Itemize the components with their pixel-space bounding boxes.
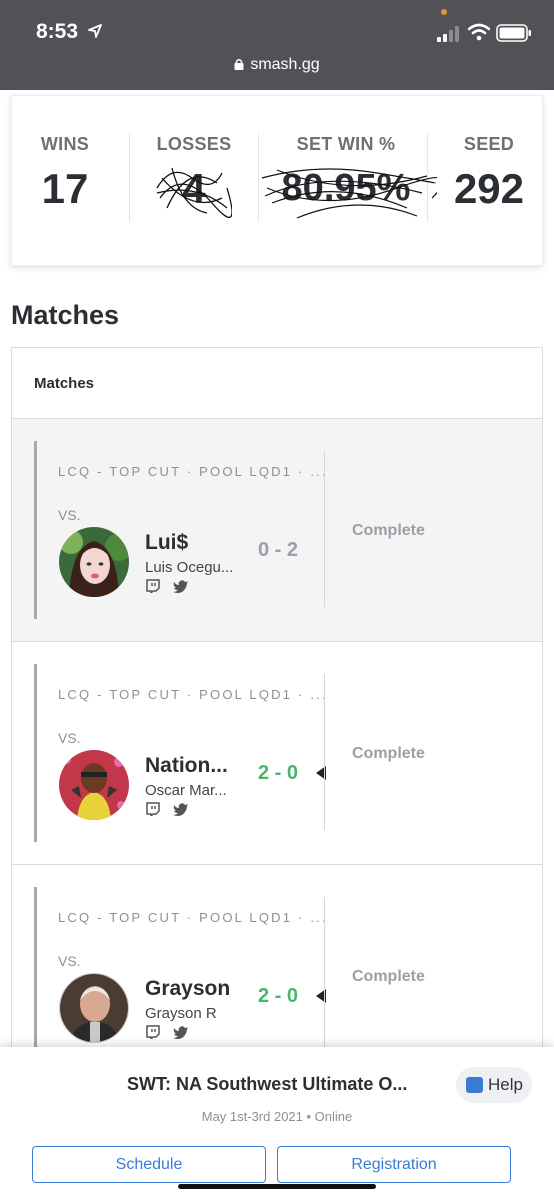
cellular-signal-icon <box>437 26 459 42</box>
twitch-icon[interactable] <box>145 579 161 595</box>
stat-label: SEED <box>463 134 515 154</box>
match-score: 0 - 2 <box>258 539 299 561</box>
social-links <box>145 802 197 821</box>
stats-card: WINS 17 LOSSES 4 SET WIN % 80.95% SEED 2… <box>11 95 543 266</box>
event-date-location: May 1st-3rd 2021 • Online <box>201 1109 353 1124</box>
address-bar[interactable]: smash.gg <box>0 56 554 74</box>
avatar[interactable] <box>59 750 129 820</box>
stat-divider <box>129 134 130 222</box>
social-links <box>145 1025 197 1044</box>
match-card[interactable]: LCQ - TOP CUT · POOL LQD1 · ... VS. Lui$… <box>12 419 542 642</box>
match-score: 2 - 0 <box>258 762 299 784</box>
vs-label: VS. <box>58 730 81 746</box>
scribble-mark <box>261 168 437 219</box>
twitch-icon[interactable] <box>145 802 161 818</box>
stat-label: LOSSES <box>156 134 232 154</box>
match-status: Complete <box>352 522 425 539</box>
match-status: Complete <box>352 745 425 762</box>
matches-panel: Matches LCQ - TOP CUT · POOL LQD1 · ... … <box>11 347 543 1147</box>
privacy-indicator <box>441 9 447 15</box>
player-real-name: Luis Ocegu... <box>145 559 234 576</box>
stat-label: WINS <box>40 134 90 154</box>
match-status: Complete <box>352 968 425 985</box>
help-label: Help <box>488 1075 523 1094</box>
vs-label: VS. <box>58 953 81 969</box>
event-title[interactable]: SWT: NA Southwest Ultimate O... <box>127 1074 407 1095</box>
avatar[interactable] <box>59 973 129 1043</box>
player-real-name: Grayson R <box>145 1005 217 1022</box>
home-indicator[interactable] <box>178 1184 376 1189</box>
player-real-name: Oscar Mar... <box>145 782 227 799</box>
event-bar: SWT: NA Southwest Ultimate O... Help May… <box>0 1047 554 1200</box>
chat-icon <box>466 1077 483 1093</box>
schedule-button[interactable]: Schedule <box>32 1146 266 1183</box>
match-accent-bar <box>34 441 37 619</box>
stat-wins: WINS 17 <box>32 134 98 213</box>
player-tag[interactable]: Grayson <box>145 977 230 1001</box>
match-card[interactable]: LCQ - TOP CUT · POOL LQD1 · ... VS. Nati… <box>12 642 542 865</box>
match-accent-bar <box>34 664 37 842</box>
vs-label: VS. <box>58 507 81 523</box>
twitter-icon[interactable] <box>173 802 189 816</box>
help-button[interactable]: Help <box>456 1067 532 1103</box>
match-accent-bar <box>34 887 37 1065</box>
avatar[interactable] <box>59 527 129 597</box>
lock-icon <box>234 59 244 70</box>
scribble-mark <box>156 167 232 218</box>
match-divider <box>324 674 325 830</box>
location-arrow-icon <box>88 24 102 38</box>
battery-icon <box>496 24 531 42</box>
clock: 8:53 <box>36 20 79 43</box>
stat-value: 17 <box>41 165 89 212</box>
url-text: smash.gg <box>250 56 320 73</box>
player-tag[interactable]: Lui$ <box>145 531 188 555</box>
panel-header: Matches <box>12 348 542 419</box>
twitter-icon[interactable] <box>173 579 189 593</box>
wifi-icon <box>468 23 490 41</box>
twitch-icon[interactable] <box>145 1025 161 1041</box>
match-meta: LCQ - TOP CUT · POOL LQD1 · ... <box>58 910 328 925</box>
stat-value: 292 <box>453 165 525 212</box>
match-divider <box>324 451 325 607</box>
match-divider <box>324 897 325 1053</box>
registration-button[interactable]: Registration <box>277 1146 511 1183</box>
social-links <box>145 579 197 598</box>
stat-seed: SEED 292 <box>442 134 536 213</box>
match-meta: LCQ - TOP CUT · POOL LQD1 · ... <box>58 464 328 479</box>
twitter-icon[interactable] <box>173 1025 189 1039</box>
match-meta: LCQ - TOP CUT · POOL LQD1 · ... <box>58 687 328 702</box>
match-score: 2 - 0 <box>258 985 299 1007</box>
status-bar: 8:53 smash.gg <box>0 0 554 90</box>
player-tag[interactable]: Nation... <box>145 754 228 778</box>
section-title: Matches <box>11 300 120 330</box>
stat-label: SET WIN % <box>296 134 396 154</box>
